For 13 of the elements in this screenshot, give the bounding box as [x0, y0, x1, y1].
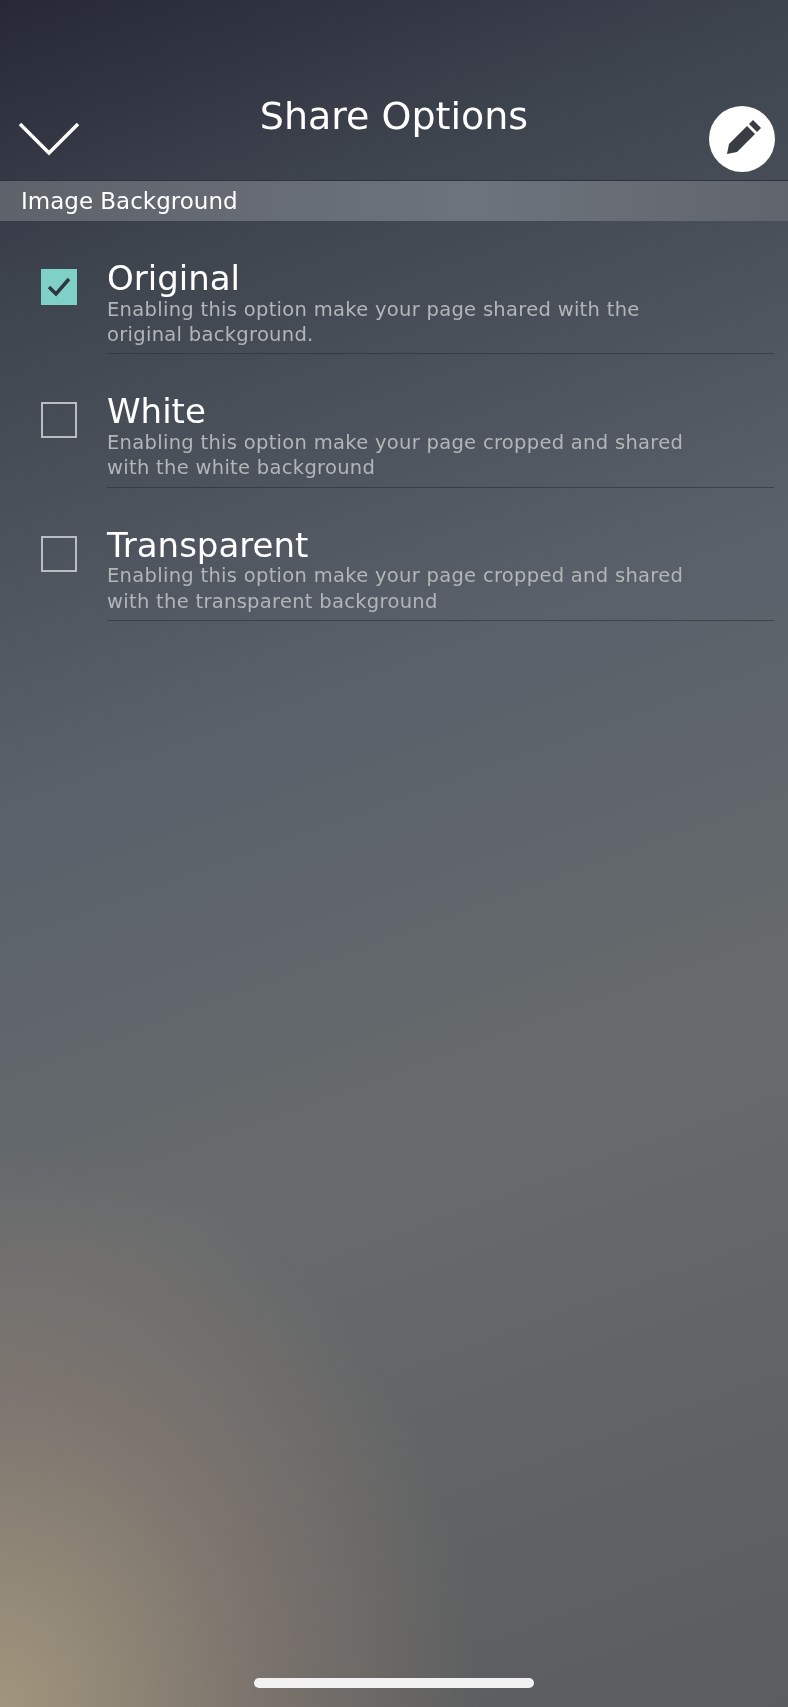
checkmark-icon [47, 277, 71, 297]
option-description: Enabling this option make your page cropped and shared with the white background [107, 430, 685, 481]
option-description: Enabling this option make your page shared with the original background. [107, 297, 641, 348]
option-label: White [107, 394, 207, 431]
option-description: Enabling this option make your page cropped and shared with the transparent background [107, 564, 685, 615]
screen-title: Share Options [258, 93, 530, 135]
checkbox[interactable] [41, 535, 77, 572]
option-label: Original [107, 261, 242, 297]
option-label: Transparent [107, 527, 310, 564]
chevron-down-icon[interactable] [18, 122, 80, 156]
checkbox[interactable] [41, 402, 77, 439]
checkbox[interactable] [41, 269, 77, 305]
section-header: Image Background [0, 180, 788, 221]
